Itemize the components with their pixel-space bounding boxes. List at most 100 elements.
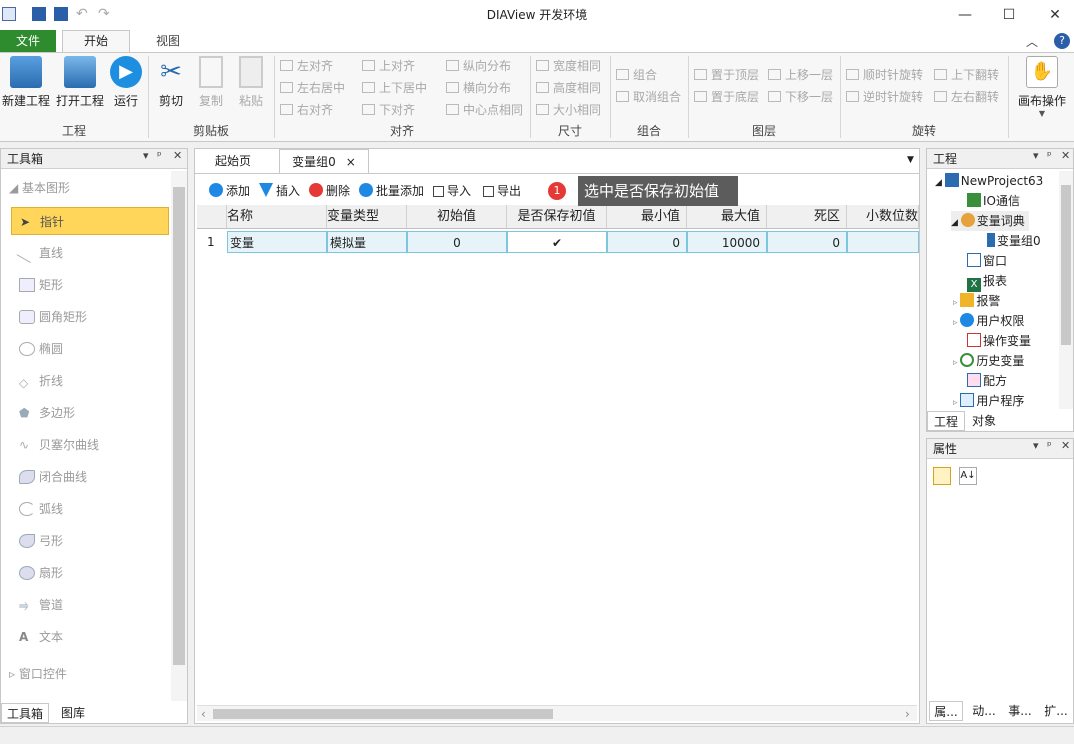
cell-init[interactable]: 0 <box>407 231 507 253</box>
column-header-max[interactable]: 最大值 <box>687 205 767 229</box>
tool-arc[interactable]: 弧线 <box>11 495 169 523</box>
scroll-left-icon[interactable]: ‹ <box>201 707 206 721</box>
tab-events[interactable]: 事... <box>1003 701 1037 721</box>
tool-rectangle[interactable]: 矩形 <box>11 271 169 299</box>
close-pane-icon[interactable]: ✕ <box>173 149 182 162</box>
collapse-ribbon-icon[interactable]: ︿ <box>1026 33 1038 50</box>
cell-decimals[interactable] <box>847 231 919 253</box>
tree-item-history-variable[interactable]: ▹ 历史变量 <box>953 351 1024 371</box>
paste-button[interactable]: 粘贴 <box>234 56 268 109</box>
tab-toolbox[interactable]: 工具箱 <box>1 703 49 723</box>
add-button[interactable]: 添加 <box>209 179 250 203</box>
toolbox-section-basic[interactable]: ◢ 基本图形 <box>9 179 70 196</box>
same-center-button[interactable]: 中心点相同 <box>446 100 523 120</box>
tree-root[interactable]: ◢ NewProject63 <box>935 171 1043 191</box>
align-top-button[interactable]: 上对齐 <box>362 56 415 76</box>
column-header-min[interactable]: 最小值 <box>607 205 687 229</box>
tree-item-user-permission[interactable]: ▹ 用户权限 <box>953 311 1024 331</box>
project-scrollbar[interactable] <box>1059 171 1073 409</box>
tab-variable-group[interactable]: 变量组0 × <box>279 149 369 173</box>
scrollbar-thumb[interactable] <box>1061 185 1071 345</box>
pin-icon[interactable]: ᵖ <box>1047 439 1052 452</box>
cell-min[interactable]: 0 <box>607 231 687 253</box>
tool-pointer[interactable]: ➤ 指针 <box>11 207 169 235</box>
canvas-operation-button[interactable]: ✋ 画布操作 ▼ <box>1012 56 1072 118</box>
close-button[interactable]: ✕ <box>1038 4 1072 26</box>
tab-gallery[interactable]: 图库 <box>53 703 93 723</box>
tool-sector[interactable]: 扇形 <box>11 559 169 587</box>
file-tab[interactable]: 文件 <box>0 30 56 52</box>
close-pane-icon[interactable]: ✕ <box>1061 149 1070 162</box>
minimize-button[interactable]: — <box>948 4 982 26</box>
distribute-v-button[interactable]: 纵向分布 <box>446 56 511 76</box>
import-button[interactable]: 导入 <box>433 179 471 203</box>
tab-object[interactable]: 对象 <box>967 411 1001 431</box>
categorized-icon[interactable] <box>933 467 951 485</box>
pin-icon[interactable]: ᵖ <box>157 149 162 162</box>
tab-view[interactable]: 视图 <box>142 30 194 52</box>
column-header-type[interactable]: 变量类型 <box>327 205 407 229</box>
scrollbar-thumb[interactable] <box>173 187 185 665</box>
send-to-back-button[interactable]: 置于底层 <box>694 87 759 107</box>
flip-horizontal-button[interactable]: 左右翻转 <box>934 87 999 107</box>
tree-item-alarm[interactable]: ▹ 报警 <box>953 291 1000 311</box>
align-left-button[interactable]: 左对齐 <box>280 56 333 76</box>
scrollbar-thumb[interactable] <box>213 709 553 719</box>
column-header-save-init[interactable]: 是否保存初值 <box>507 205 607 229</box>
tool-polyline[interactable]: ◇ 折线 <box>11 367 169 395</box>
same-size-button[interactable]: 大小相同 <box>536 100 601 120</box>
tool-polygon[interactable]: ⬟ 多边形 <box>11 399 169 427</box>
cell-name[interactable]: 变量 <box>227 231 327 253</box>
delete-button[interactable]: 删除 <box>309 179 350 203</box>
tree-item-variable-group[interactable]: 变量组0 <box>987 231 1041 251</box>
run-button[interactable]: ▶ 运行 <box>106 56 146 109</box>
distribute-h-button[interactable]: 横向分布 <box>446 78 511 98</box>
tab-list-dropdown-icon[interactable]: ▼ <box>907 155 914 165</box>
flip-vertical-button[interactable]: 上下翻转 <box>934 65 999 85</box>
tree-item-user-program[interactable]: ▹ 用户程序 <box>953 391 1024 411</box>
tab-extensions[interactable]: 扩... <box>1039 701 1073 721</box>
copy-button[interactable]: 复制 <box>194 56 228 109</box>
horizontal-scrollbar[interactable]: ‹ › <box>197 705 917 721</box>
toolbox-scrollbar[interactable] <box>171 171 187 701</box>
ungroup-button[interactable]: 取消组合 <box>616 87 681 107</box>
column-header-deadband[interactable]: 死区 <box>767 205 847 229</box>
scroll-right-icon[interactable]: › <box>905 707 910 721</box>
tab-start-page[interactable]: 起始页 <box>201 149 265 173</box>
tree-item-variable-dictionary[interactable]: ◢ 变量词典 <box>951 211 1029 231</box>
cell-save-init-checkbox[interactable]: ✔ <box>507 231 607 253</box>
table-corner[interactable] <box>197 205 227 229</box>
align-bottom-button[interactable]: 下对齐 <box>362 100 415 120</box>
insert-button[interactable]: 插入 <box>259 179 300 203</box>
tab-home[interactable]: 开始 <box>62 30 130 53</box>
open-project-button[interactable]: 打开工程 <box>54 56 106 109</box>
tool-chord[interactable]: 弓形 <box>11 527 169 555</box>
tool-ellipse[interactable]: 椭圆 <box>11 335 169 363</box>
cell-max[interactable]: 10000 <box>687 231 767 253</box>
align-right-button[interactable]: 右对齐 <box>280 100 333 120</box>
tool-rounded-rect[interactable]: 圆角矩形 <box>11 303 169 331</box>
tool-bezier[interactable]: ∿ 贝塞尔曲线 <box>11 431 169 459</box>
export-button[interactable]: 导出 <box>483 179 521 203</box>
tab-project[interactable]: 工程 <box>927 411 965 431</box>
new-project-button[interactable]: 新建工程 <box>0 56 52 109</box>
same-width-button[interactable]: 宽度相同 <box>536 56 601 76</box>
column-header-decimals[interactable]: 小数位数 <box>847 205 919 229</box>
align-middle-v-button[interactable]: 上下居中 <box>362 78 427 98</box>
tool-text[interactable]: A 文本 <box>11 623 169 651</box>
tree-item-operation-variable[interactable]: 操作变量 <box>967 331 1031 351</box>
cell-type[interactable]: 模拟量 <box>327 231 407 253</box>
same-height-button[interactable]: 高度相同 <box>536 78 601 98</box>
cell-deadband[interactable]: 0 <box>767 231 847 253</box>
rotate-ccw-button[interactable]: 逆时针旋转 <box>846 87 923 107</box>
close-pane-icon[interactable]: ✕ <box>1061 439 1070 452</box>
close-tab-icon[interactable]: × <box>346 155 356 169</box>
align-center-h-button[interactable]: 左右居中 <box>280 78 345 98</box>
column-header-init[interactable]: 初始值 <box>407 205 507 229</box>
help-icon[interactable]: ? <box>1054 33 1070 49</box>
column-header-name[interactable]: 名称 <box>227 205 327 229</box>
tab-animation[interactable]: 动... <box>967 701 1001 721</box>
tool-pipe[interactable]: ⥤ 管道 <box>11 591 169 619</box>
bring-to-front-button[interactable]: 置于顶层 <box>694 65 759 85</box>
pin-icon[interactable]: ᵖ <box>1047 149 1052 162</box>
